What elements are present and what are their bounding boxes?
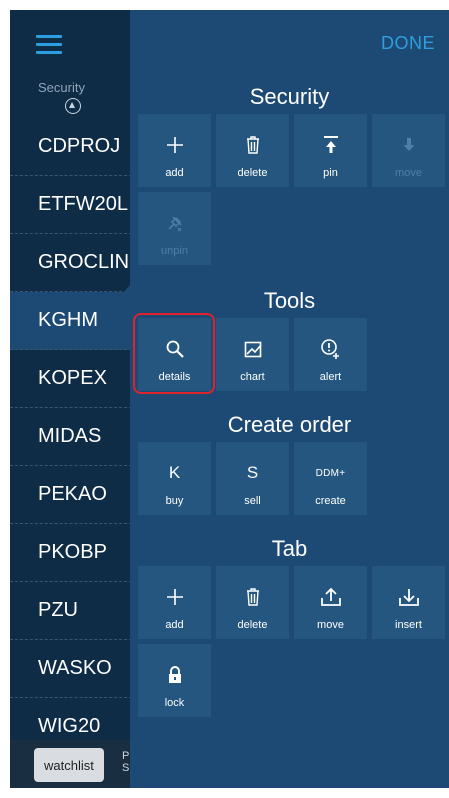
- action-label: pin: [323, 167, 338, 179]
- action-label: add: [165, 167, 184, 179]
- unpin-icon: [138, 212, 211, 234]
- security-list: CDPROJ ETFW20L GROCLIN KGHM KOPEX MIDAS …: [10, 118, 132, 756]
- order-sell-button[interactable]: S sell: [216, 442, 289, 515]
- plus-icon: [138, 586, 211, 608]
- security-delete-button[interactable]: delete: [216, 114, 289, 187]
- order-create-button[interactable]: DDM+ create: [294, 442, 367, 515]
- trash-icon: [216, 586, 289, 608]
- tab-add-button[interactable]: add: [138, 566, 211, 639]
- security-row-wasko[interactable]: WASKO: [10, 640, 132, 698]
- security-move-button[interactable]: move: [372, 114, 445, 187]
- sell-glyph: S: [246, 463, 259, 482]
- chart-icon: [216, 338, 289, 360]
- action-label: add: [165, 619, 184, 631]
- bottom-tab-bar: watchlist P S: [10, 740, 132, 788]
- security-name: WASKO: [38, 657, 112, 679]
- action-label: chart: [240, 371, 265, 383]
- security-name: PEKAO: [38, 483, 107, 505]
- security-name: ETFW20L: [38, 193, 129, 215]
- lock-icon: [138, 664, 211, 686]
- action-label: move: [395, 167, 422, 179]
- security-pin-button[interactable]: pin: [294, 114, 367, 187]
- security-name: KOPEX: [38, 367, 107, 389]
- action-label: move: [317, 619, 344, 631]
- tab-watchlist[interactable]: watchlist: [34, 748, 104, 782]
- section-title-security: Security: [249, 84, 330, 109]
- plus-icon: [138, 134, 211, 156]
- security-name: WIG20: [38, 715, 101, 737]
- download-icon: [372, 586, 445, 608]
- security-row-midas[interactable]: MIDAS: [10, 408, 132, 466]
- section-title-tab: Tab: [271, 536, 308, 561]
- security-name: MIDAS: [38, 425, 102, 447]
- security-add-button[interactable]: add: [138, 114, 211, 187]
- security-row-kopex[interactable]: KOPEX: [10, 350, 132, 408]
- action-label: unpin: [161, 245, 188, 257]
- security-name: PKOBP: [38, 541, 107, 563]
- action-label: insert: [395, 619, 422, 631]
- trash-icon: [216, 134, 289, 156]
- pin-to-top-icon: [294, 134, 367, 156]
- security-name: PZU: [38, 599, 78, 621]
- details-highlight-frame: [133, 313, 215, 394]
- action-label: alert: [319, 371, 342, 383]
- tab-insert-button[interactable]: insert: [372, 566, 445, 639]
- security-row-pekao[interactable]: PEKAO: [10, 466, 132, 524]
- buy-glyph: K: [168, 463, 181, 482]
- action-label: create: [315, 495, 346, 507]
- security-row-cdproj[interactable]: CDPROJ: [10, 118, 132, 176]
- ddm-icon: DDM+: [294, 462, 367, 484]
- action-label: lock: [164, 697, 185, 709]
- sort-ascending-icon[interactable]: [65, 98, 81, 114]
- tab-lock-button[interactable]: lock: [138, 644, 211, 717]
- column-header-security[interactable]: Security: [38, 80, 85, 95]
- active-row-pointer: [114, 285, 130, 321]
- tools-chart-button[interactable]: chart: [216, 318, 289, 391]
- done-button[interactable]: DONE: [381, 33, 435, 54]
- action-label: sell: [244, 495, 261, 507]
- sell-letter-icon: S: [216, 462, 289, 484]
- security-unpin-button[interactable]: unpin: [138, 192, 211, 265]
- tools-alert-button[interactable]: alert: [294, 318, 367, 391]
- security-name: GROCLIN: [38, 251, 130, 273]
- section-title-create-order: Create order: [227, 412, 352, 437]
- security-row-groclin[interactable]: GROCLIN: [10, 234, 132, 292]
- tab-delete-button[interactable]: delete: [216, 566, 289, 639]
- arrow-down-icon: [372, 134, 445, 156]
- upload-icon: [294, 586, 367, 608]
- section-title-tools: Tools: [263, 288, 316, 313]
- alert-add-icon: [294, 338, 367, 360]
- action-label: buy: [165, 495, 184, 507]
- menu-icon[interactable]: [36, 35, 62, 55]
- security-name: CDPROJ: [38, 135, 121, 157]
- security-name: KGHM: [38, 309, 98, 331]
- security-row-pkobp[interactable]: PKOBP: [10, 524, 132, 582]
- actions-panel: DONE Security add delete pin move unpin …: [130, 10, 449, 788]
- tab-move-button[interactable]: move: [294, 566, 367, 639]
- security-list-panel: Security CDPROJ ETFW20L GROCLIN KGHM KOP…: [10, 10, 132, 788]
- security-row-etfw20l[interactable]: ETFW20L: [10, 176, 132, 234]
- action-label: delete: [237, 167, 268, 179]
- buy-letter-icon: K: [138, 462, 211, 484]
- action-label: delete: [237, 619, 268, 631]
- order-buy-button[interactable]: K buy: [138, 442, 211, 515]
- security-row-pzu[interactable]: PZU: [10, 582, 132, 640]
- create-glyph: DDM+: [315, 467, 346, 479]
